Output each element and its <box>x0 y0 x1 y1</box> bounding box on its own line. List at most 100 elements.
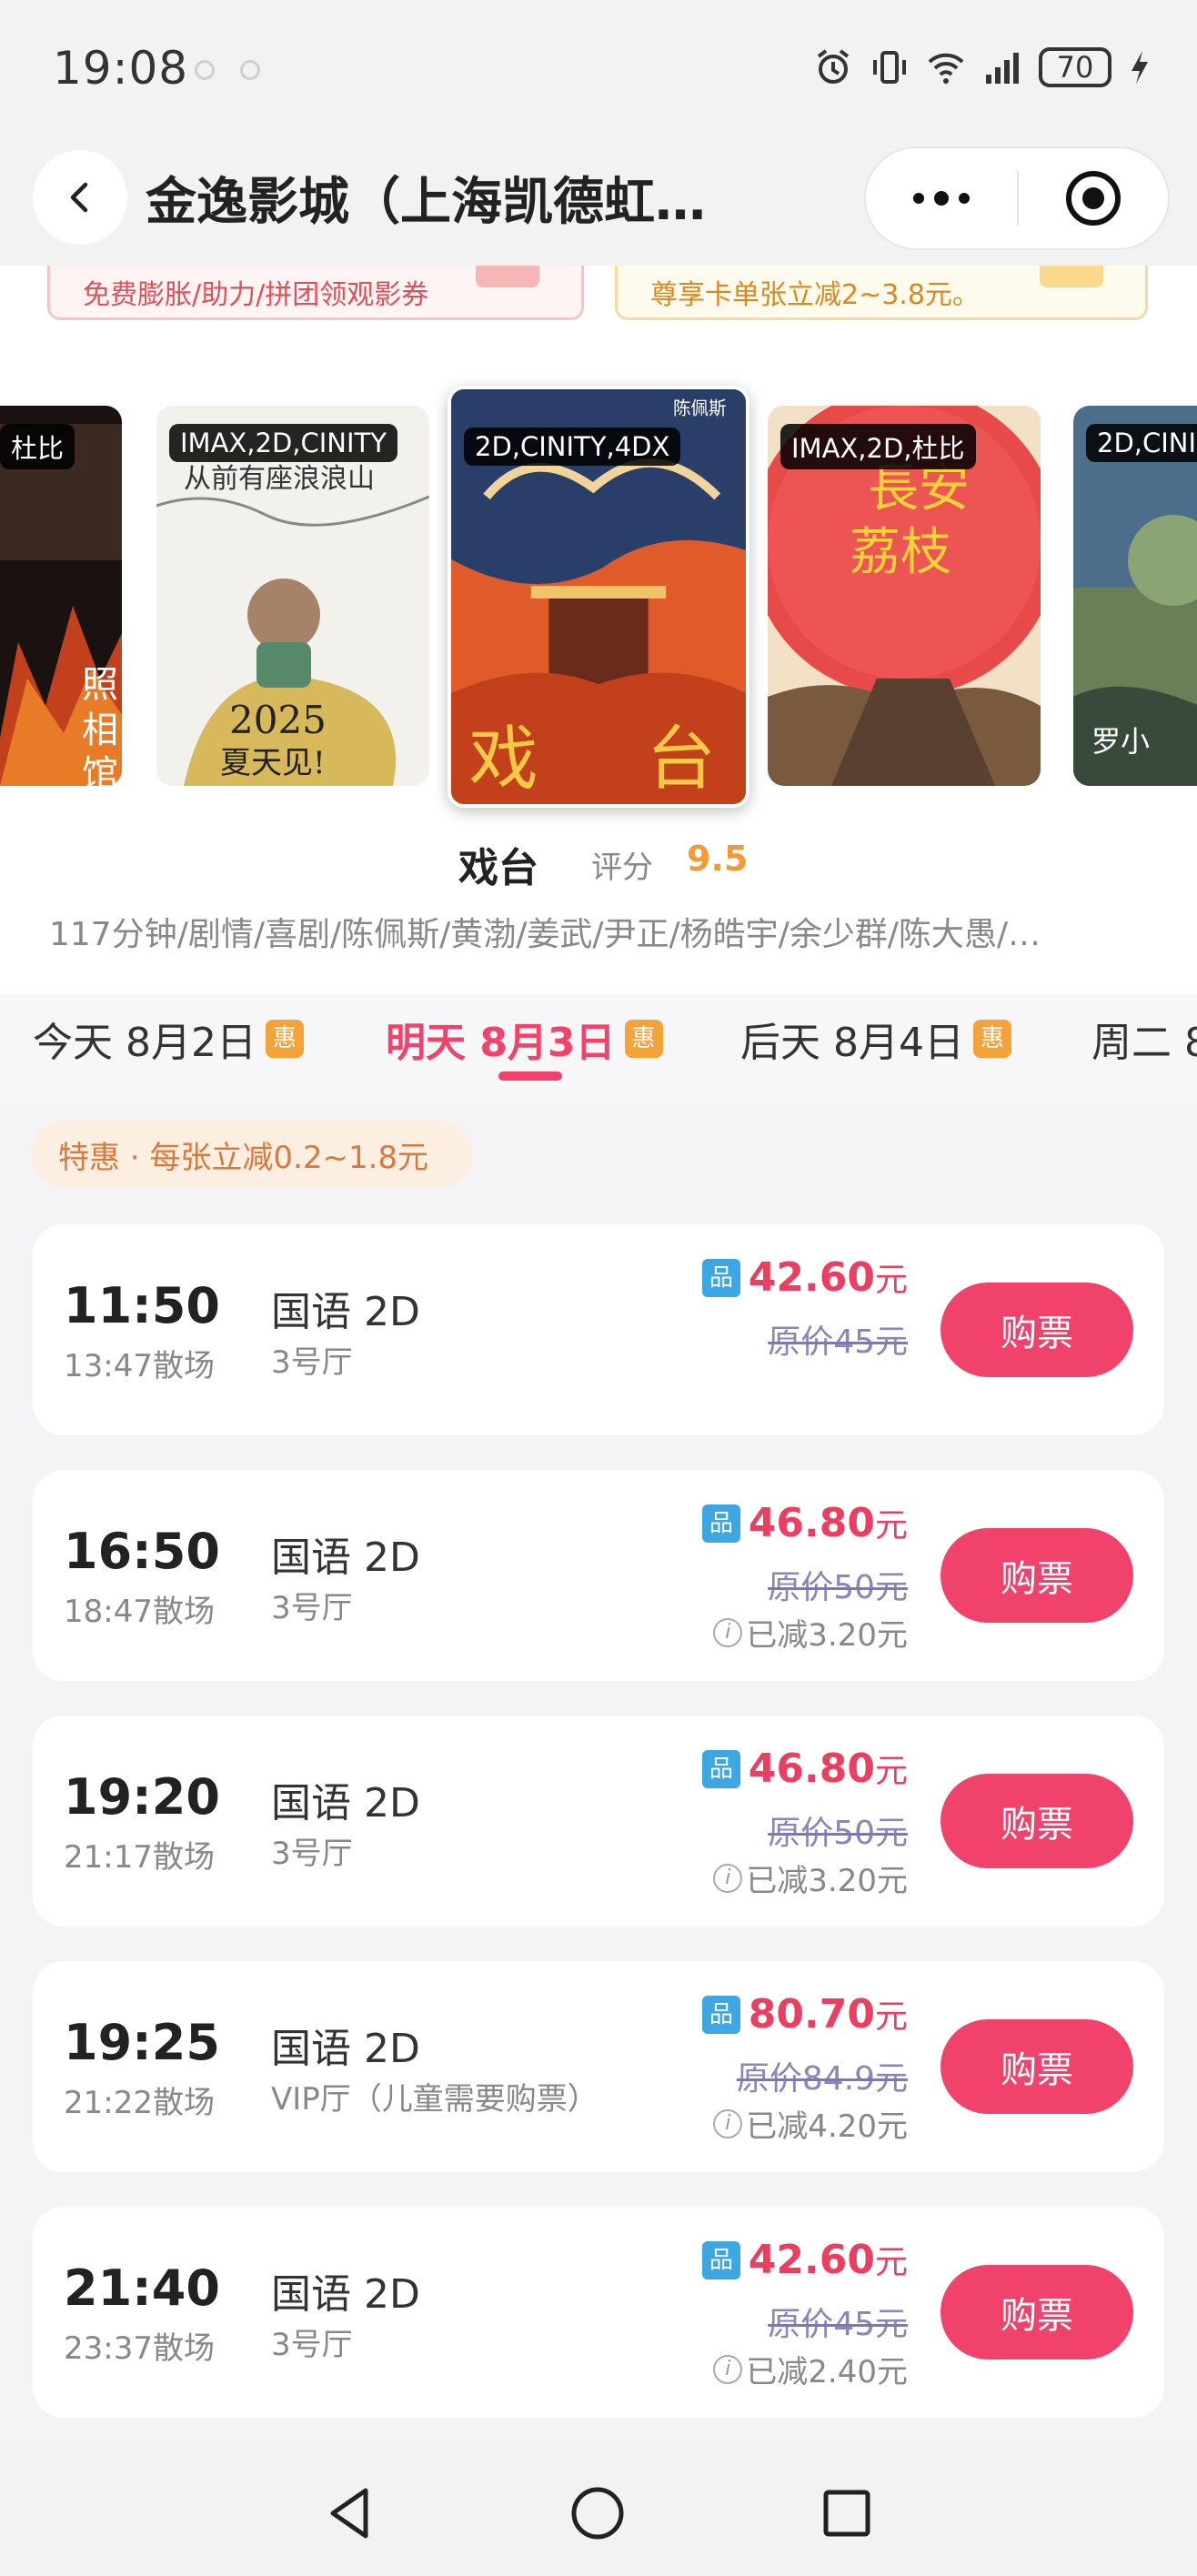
saved-amount: i 已减2.40元 <box>713 2347 908 2391</box>
back-button[interactable] <box>33 150 127 245</box>
current-price: 80.70元 <box>749 1990 908 2038</box>
more-button[interactable] <box>866 148 1017 248</box>
svg-text:从前有座浪浪山: 从前有座浪浪山 <box>184 463 375 495</box>
movie-meta[interactable]: 117分钟/剧情/喜剧/陈佩斯/黄渤/姜武/尹正/杨皓宇/余少群/陈大愚/… <box>49 908 1150 955</box>
brand-badge-icon: 品 <box>702 1996 740 2034</box>
date-tab-day-after[interactable]: 后天 8月4日 惠 <box>740 1010 1011 1068</box>
saved-text: 已减3.20元 <box>746 1617 908 1654</box>
hall-name: 3号厅 <box>271 1590 353 1626</box>
showtime-card[interactable]: 16:50 18:47散场 国语 2D 3号厅 品 46.80元 原价50元 i… <box>33 1470 1164 1681</box>
promo-banner-card[interactable]: 尊享卡单张立减2~3.8元。 <box>615 266 1148 320</box>
info-icon[interactable]: i <box>713 1617 743 1647</box>
notification-dot-icon <box>240 60 260 80</box>
vibrate-icon <box>873 51 906 84</box>
more-dots-icon <box>913 191 970 206</box>
language-format: 国语 2D <box>271 1535 420 1581</box>
promo-banner-coupons[interactable]: 免费膨胀/助力/拼团领观影券 <box>47 266 584 320</box>
discount-badge: 惠 <box>265 1020 304 1058</box>
info-icon[interactable]: i <box>713 1863 743 1893</box>
movie-poster[interactable]: 从前有座浪浪山 2025 夏天见! IMAX,2D,CINITY <box>156 406 429 786</box>
title-bar: 金逸影城（上海凯德虹… <box>0 141 1197 268</box>
movie-poster-selected[interactable]: 戏 台 陈佩斯 2D,CINITY,4DX <box>448 386 749 808</box>
start-time: 16:50 <box>64 1523 220 1580</box>
info-icon[interactable]: i <box>713 2108 743 2138</box>
info-icon[interactable]: i <box>713 2354 743 2384</box>
buy-ticket-button[interactable]: 购票 <box>940 1283 1133 1377</box>
home-circle-icon[interactable] <box>568 2483 628 2543</box>
rating-value: 9.5 <box>687 839 749 879</box>
date-tab-tuesday[interactable]: 周二 8 <box>1091 1010 1197 1068</box>
promo-tag-icon <box>476 266 539 287</box>
close-miniprogram-button[interactable] <box>1019 148 1168 248</box>
brand-badge-icon: 品 <box>702 2241 740 2279</box>
movie-poster[interactable]: 長安 荔枝 IMAX,2D,杜比 <box>768 406 1041 786</box>
showtime-card[interactable]: 21:40 23:37散场 国语 2D 3号厅 品 42.60元 原价45元 i… <box>33 2207 1164 2418</box>
system-nav-bar <box>0 2447 1197 2576</box>
date-tab-today[interactable]: 今天 8月2日 惠 <box>33 1010 304 1068</box>
status-icons: 70 <box>813 47 1152 87</box>
brand-badge-icon: 品 <box>702 1750 740 1788</box>
poster-director-text: 陈佩斯 <box>673 397 727 418</box>
start-time: 11:50 <box>64 1277 220 1334</box>
back-triangle-icon[interactable] <box>320 2483 380 2543</box>
start-time: 19:20 <box>64 1768 220 1826</box>
poster-format-tag: 杜比 <box>0 424 75 469</box>
promo-tag-icon <box>1040 266 1103 287</box>
showtime-card[interactable]: 19:20 21:17散场 国语 2D 3号厅 品 46.80元 原价50元 i… <box>33 1716 1164 1927</box>
discount-badge: 惠 <box>624 1020 663 1058</box>
buy-ticket-button[interactable]: 购票 <box>940 2019 1133 2114</box>
price-unit: 元 <box>874 1753 908 1790</box>
rating-label: 评分 <box>591 850 653 886</box>
recents-square-icon[interactable] <box>817 2483 877 2543</box>
saved-text: 已减3.20元 <box>746 1863 908 1899</box>
language-format: 国语 2D <box>271 2271 420 2318</box>
current-price: 42.60元 <box>749 1253 908 1301</box>
page-title: 金逸影城（上海凯德虹… <box>146 173 706 232</box>
price-unit: 元 <box>874 1998 908 2036</box>
date-tab-label: 今天 8月2日 <box>33 1020 256 1066</box>
price-value: 46.80 <box>748 1500 875 1546</box>
svg-text:夏天见!: 夏天见! <box>220 745 326 781</box>
signal-icon <box>986 53 1019 84</box>
buy-ticket-button[interactable]: 购票 <box>940 1774 1133 1868</box>
saved-amount: i 已减4.20元 <box>713 2101 908 2146</box>
language-format: 国语 2D <box>271 1289 420 1335</box>
movie-poster[interactable]: 照 相 馆 杜比 <box>0 406 122 786</box>
price-value: 42.60 <box>748 2237 875 2283</box>
original-price: 原价45元 <box>768 2306 908 2343</box>
hall-name: 3号厅 <box>271 1836 353 1872</box>
saved-amount: i 已减3.20元 <box>713 1610 908 1655</box>
buy-ticket-button[interactable]: 购票 <box>940 2265 1133 2360</box>
end-time: 21:17散场 <box>64 1839 215 1876</box>
hall-name: VIP厅（儿童需要购票） <box>271 2081 598 2118</box>
discount-banner: 特惠 · 每张立减0.2~1.8元 <box>31 1121 473 1188</box>
promo-text: 免费膨胀/助力/拼团领观影券 <box>83 278 429 311</box>
start-time: 19:25 <box>64 2014 220 2071</box>
price-value: 80.70 <box>748 1991 875 2038</box>
price-unit: 元 <box>874 1262 908 1299</box>
chevron-left-icon <box>70 182 88 213</box>
language-format: 国语 2D <box>271 1780 420 1826</box>
price-value: 46.80 <box>748 1746 875 1792</box>
poster-format-tag: 2D,CINITY,4DX <box>464 428 681 466</box>
price-unit: 元 <box>874 1507 908 1545</box>
status-bar: 19:08 70 <box>0 0 1197 146</box>
showtime-card[interactable]: 11:50 13:47散场 国语 2D 3号厅 品 42.60元 原价45元 购… <box>33 1224 1164 1435</box>
saved-text: 已减4.20元 <box>746 2108 908 2145</box>
svg-text:戏: 戏 <box>469 719 538 800</box>
miniprogram-capsule <box>864 146 1170 250</box>
showtime-card[interactable]: 19:25 21:22散场 国语 2D VIP厅（儿童需要购票） 品 80.70… <box>33 1961 1164 2172</box>
svg-text:2025: 2025 <box>229 698 327 742</box>
price-unit: 元 <box>874 2244 908 2281</box>
promo-text: 尊享卡单张立减2~3.8元。 <box>650 278 980 311</box>
price-value: 42.60 <box>748 1254 875 1301</box>
original-price: 原价45元 <box>768 1323 908 1361</box>
date-tab-tomorrow[interactable]: 明天 8月3日 惠 <box>386 1010 663 1068</box>
battery-indicator: 70 <box>1039 47 1112 87</box>
active-tab-indicator <box>498 1072 562 1081</box>
buy-ticket-button[interactable]: 购票 <box>940 1528 1133 1623</box>
charging-icon <box>1132 51 1148 84</box>
discount-badge: 惠 <box>972 1020 1011 1058</box>
movie-poster[interactable]: 罗小 2D,CINI <box>1073 406 1197 786</box>
poster-format-tag: IMAX,2D,杜比 <box>780 424 976 469</box>
